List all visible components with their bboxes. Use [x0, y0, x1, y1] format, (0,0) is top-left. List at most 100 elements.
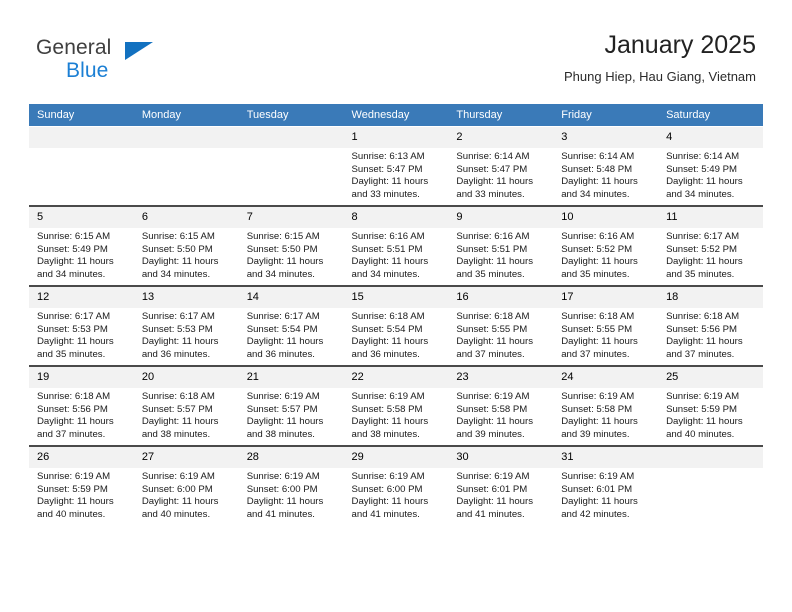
sunrise-line: Sunrise: 6:18 AM [456, 311, 530, 322]
calendar-day-cell[interactable]: 2 Sunrise: 6:14 AM Sunset: 5:47 PM Daylight… [448, 126, 554, 206]
sunset-line: Sunset: 6:00 PM [141, 483, 213, 495]
day-sun-details: Sunrise: 6:19 AM Sunset: 6:00 PM Daylight:… [239, 468, 344, 521]
calendar-day-cell[interactable]: 10 Sunrise: 6:16 AM Sunset: 5:52 PM Dayligh… [553, 205, 659, 286]
calendar-day-cell[interactable]: 3 Sunrise: 6:14 AM Sunset: 5:48 PM Daylight… [553, 126, 659, 206]
daylight-line: Daylight: 11 hours [37, 496, 114, 508]
calendar-day-cell[interactable]: 28 Sunrise: 6:19 AM Sunset: 6:00 PM Dayligh… [238, 445, 344, 525]
day-number [133, 127, 239, 148]
calendar-day-cell[interactable]: 7 Sunrise: 6:15 AM Sunset: 5:50 PM Daylight… [238, 205, 344, 286]
calendar-day-cell[interactable]: 4 Sunrise: 6:14 AM Sunset: 5:49 PM Daylight… [658, 126, 763, 206]
calendar-day-cell[interactable]: 1 Sunrise: 6:13 AM Sunset: 5:47 PM Daylight… [343, 126, 449, 206]
sunset-line: Sunset: 5:51 PM [456, 243, 528, 255]
sunrise-line: Sunrise: 6:15 AM [37, 231, 111, 242]
sunset-line: Sunset: 5:57 PM [246, 403, 318, 415]
day-number: 16 [448, 287, 554, 308]
daylight-line: Daylight: 11 hours [561, 496, 638, 508]
day-number: 6 [133, 207, 239, 228]
sunrise-line: Sunrise: 6:19 AM [351, 471, 425, 482]
calendar-day-cell[interactable]: 9 Sunrise: 6:16 AM Sunset: 5:51 PM Daylight… [448, 205, 554, 286]
day-number: 17 [553, 287, 659, 308]
calendar-day-cell[interactable]: 26 Sunrise: 6:19 AM Sunset: 5:59 PM Dayligh… [29, 445, 134, 525]
daylight-line-cont: and 37 minutes. [666, 348, 735, 360]
calendar-empty-cell [658, 445, 763, 525]
day-sun-details: Sunrise: 6:19 AM Sunset: 6:00 PM Daylight:… [344, 468, 449, 521]
calendar-day-cell[interactable]: 16 Sunrise: 6:18 AM Sunset: 5:55 PM Dayligh… [448, 285, 554, 366]
sunset-line: Sunset: 6:01 PM [561, 483, 633, 495]
calendar-day-cell[interactable]: 25 Sunrise: 6:19 AM Sunset: 5:59 PM Dayligh… [658, 365, 763, 446]
day-number: 26 [29, 447, 134, 468]
day-sun-details: Sunrise: 6:19 AM Sunset: 5:59 PM Daylight:… [29, 468, 134, 521]
calendar-day-cell[interactable]: 12 Sunrise: 6:17 AM Sunset: 5:53 PM Dayligh… [29, 285, 134, 366]
sunset-line: Sunset: 5:56 PM [666, 323, 737, 335]
daylight-line: Daylight: 11 hours [561, 176, 638, 188]
day-sun-details: Sunrise: 6:19 AM Sunset: 6:01 PM Daylight:… [448, 468, 553, 521]
general-blue-logo[interactable]: General Blue [36, 36, 236, 88]
day-number: 25 [658, 367, 763, 388]
daylight-line-cont: and 40 minutes. [666, 428, 735, 440]
day-number: 28 [238, 447, 344, 468]
daylight-line-cont: and 41 minutes. [456, 508, 525, 520]
sunrise-line: Sunrise: 6:19 AM [141, 471, 215, 482]
daylight-line: Daylight: 11 hours [141, 256, 219, 268]
sunset-line: Sunset: 6:01 PM [456, 483, 528, 495]
daylight-line: Daylight: 11 hours [561, 416, 638, 428]
calendar-day-cell[interactable]: 22 Sunrise: 6:19 AM Sunset: 5:58 PM Dayligh… [343, 365, 449, 446]
day-sun-details: Sunrise: 6:17 AM Sunset: 5:54 PM Daylight:… [239, 308, 344, 361]
weekday-header-tuesday: Tuesday [238, 104, 344, 127]
calendar-day-cell[interactable]: 11 Sunrise: 6:17 AM Sunset: 5:52 PM Dayligh… [658, 205, 763, 286]
day-number [658, 447, 763, 468]
day-number: 3 [553, 127, 659, 148]
day-number: 13 [133, 287, 239, 308]
calendar-body: 1 Sunrise: 6:13 AM Sunset: 5:47 PM Daylight… [29, 126, 763, 525]
day-sun-details: Sunrise: 6:14 AM Sunset: 5:48 PM Daylight:… [553, 148, 658, 201]
daylight-line: Daylight: 11 hours [351, 336, 429, 348]
day-sun-details: Sunrise: 6:13 AM Sunset: 5:47 PM Daylight:… [344, 148, 449, 201]
daylight-line-cont: and 34 minutes. [37, 268, 106, 280]
sunrise-line: Sunrise: 6:18 AM [561, 311, 635, 322]
calendar-day-cell[interactable]: 17 Sunrise: 6:18 AM Sunset: 5:55 PM Dayligh… [553, 285, 659, 366]
day-sun-details: Sunrise: 6:19 AM Sunset: 5:58 PM Daylight:… [553, 388, 658, 441]
sunrise-line: Sunrise: 6:19 AM [561, 471, 635, 482]
calendar-day-cell[interactable]: 27 Sunrise: 6:19 AM Sunset: 6:00 PM Dayligh… [133, 445, 239, 525]
calendar-day-cell[interactable]: 31 Sunrise: 6:19 AM Sunset: 6:01 PM Dayligh… [553, 445, 659, 525]
daylight-line: Daylight: 11 hours [351, 496, 429, 508]
calendar-day-cell[interactable]: 19 Sunrise: 6:18 AM Sunset: 5:56 PM Dayligh… [29, 365, 134, 446]
daylight-line-cont: and 39 minutes. [456, 428, 525, 440]
sunset-line: Sunset: 5:50 PM [246, 243, 318, 255]
day-number: 14 [238, 287, 344, 308]
sunrise-line: Sunrise: 6:18 AM [351, 311, 425, 322]
sunrise-line: Sunrise: 6:19 AM [246, 391, 320, 402]
calendar-day-cell[interactable]: 6 Sunrise: 6:15 AM Sunset: 5:50 PM Daylight… [133, 205, 239, 286]
sunset-line: Sunset: 5:47 PM [456, 163, 528, 175]
day-number: 20 [133, 367, 239, 388]
day-number: 19 [29, 367, 134, 388]
daylight-line-cont: and 36 minutes. [351, 348, 420, 360]
daylight-line: Daylight: 11 hours [456, 416, 533, 428]
day-number: 27 [133, 447, 239, 468]
calendar-day-cell[interactable]: 30 Sunrise: 6:19 AM Sunset: 6:01 PM Dayligh… [448, 445, 554, 525]
calendar-day-cell[interactable]: 29 Sunrise: 6:19 AM Sunset: 6:00 PM Dayligh… [343, 445, 449, 525]
calendar-day-cell[interactable]: 14 Sunrise: 6:17 AM Sunset: 5:54 PM Dayligh… [238, 285, 344, 366]
daylight-line: Daylight: 11 hours [246, 336, 324, 348]
calendar-day-cell[interactable]: 24 Sunrise: 6:19 AM Sunset: 5:58 PM Dayligh… [553, 365, 659, 446]
calendar-day-cell[interactable]: 15 Sunrise: 6:18 AM Sunset: 5:54 PM Dayligh… [343, 285, 449, 366]
sunrise-line: Sunrise: 6:19 AM [456, 391, 530, 402]
calendar-day-cell[interactable]: 5 Sunrise: 6:15 AM Sunset: 5:49 PM Daylight… [29, 205, 134, 286]
sunrise-line: Sunrise: 6:19 AM [37, 471, 111, 482]
calendar-day-cell[interactable]: 20 Sunrise: 6:18 AM Sunset: 5:57 PM Dayligh… [133, 365, 239, 446]
sunset-line: Sunset: 5:53 PM [141, 323, 213, 335]
calendar-day-cell[interactable]: 21 Sunrise: 6:19 AM Sunset: 5:57 PM Dayligh… [238, 365, 344, 446]
daylight-line: Daylight: 11 hours [666, 256, 743, 268]
day-number: 12 [29, 287, 134, 308]
day-sun-details [134, 148, 239, 151]
day-sun-details [29, 148, 134, 151]
calendar-day-cell[interactable]: 13 Sunrise: 6:17 AM Sunset: 5:53 PM Dayligh… [133, 285, 239, 366]
sunrise-line: Sunrise: 6:13 AM [351, 151, 425, 162]
day-number: 24 [553, 367, 659, 388]
sunrise-line: Sunrise: 6:14 AM [456, 151, 530, 162]
calendar-day-cell[interactable]: 23 Sunrise: 6:19 AM Sunset: 5:58 PM Dayligh… [448, 365, 554, 446]
calendar-day-cell[interactable]: 8 Sunrise: 6:16 AM Sunset: 5:51 PM Daylight… [343, 205, 449, 286]
daylight-line-cont: and 41 minutes. [246, 508, 315, 520]
calendar-day-cell[interactable]: 18 Sunrise: 6:18 AM Sunset: 5:56 PM Dayligh… [658, 285, 763, 366]
daylight-line: Daylight: 11 hours [37, 336, 114, 348]
